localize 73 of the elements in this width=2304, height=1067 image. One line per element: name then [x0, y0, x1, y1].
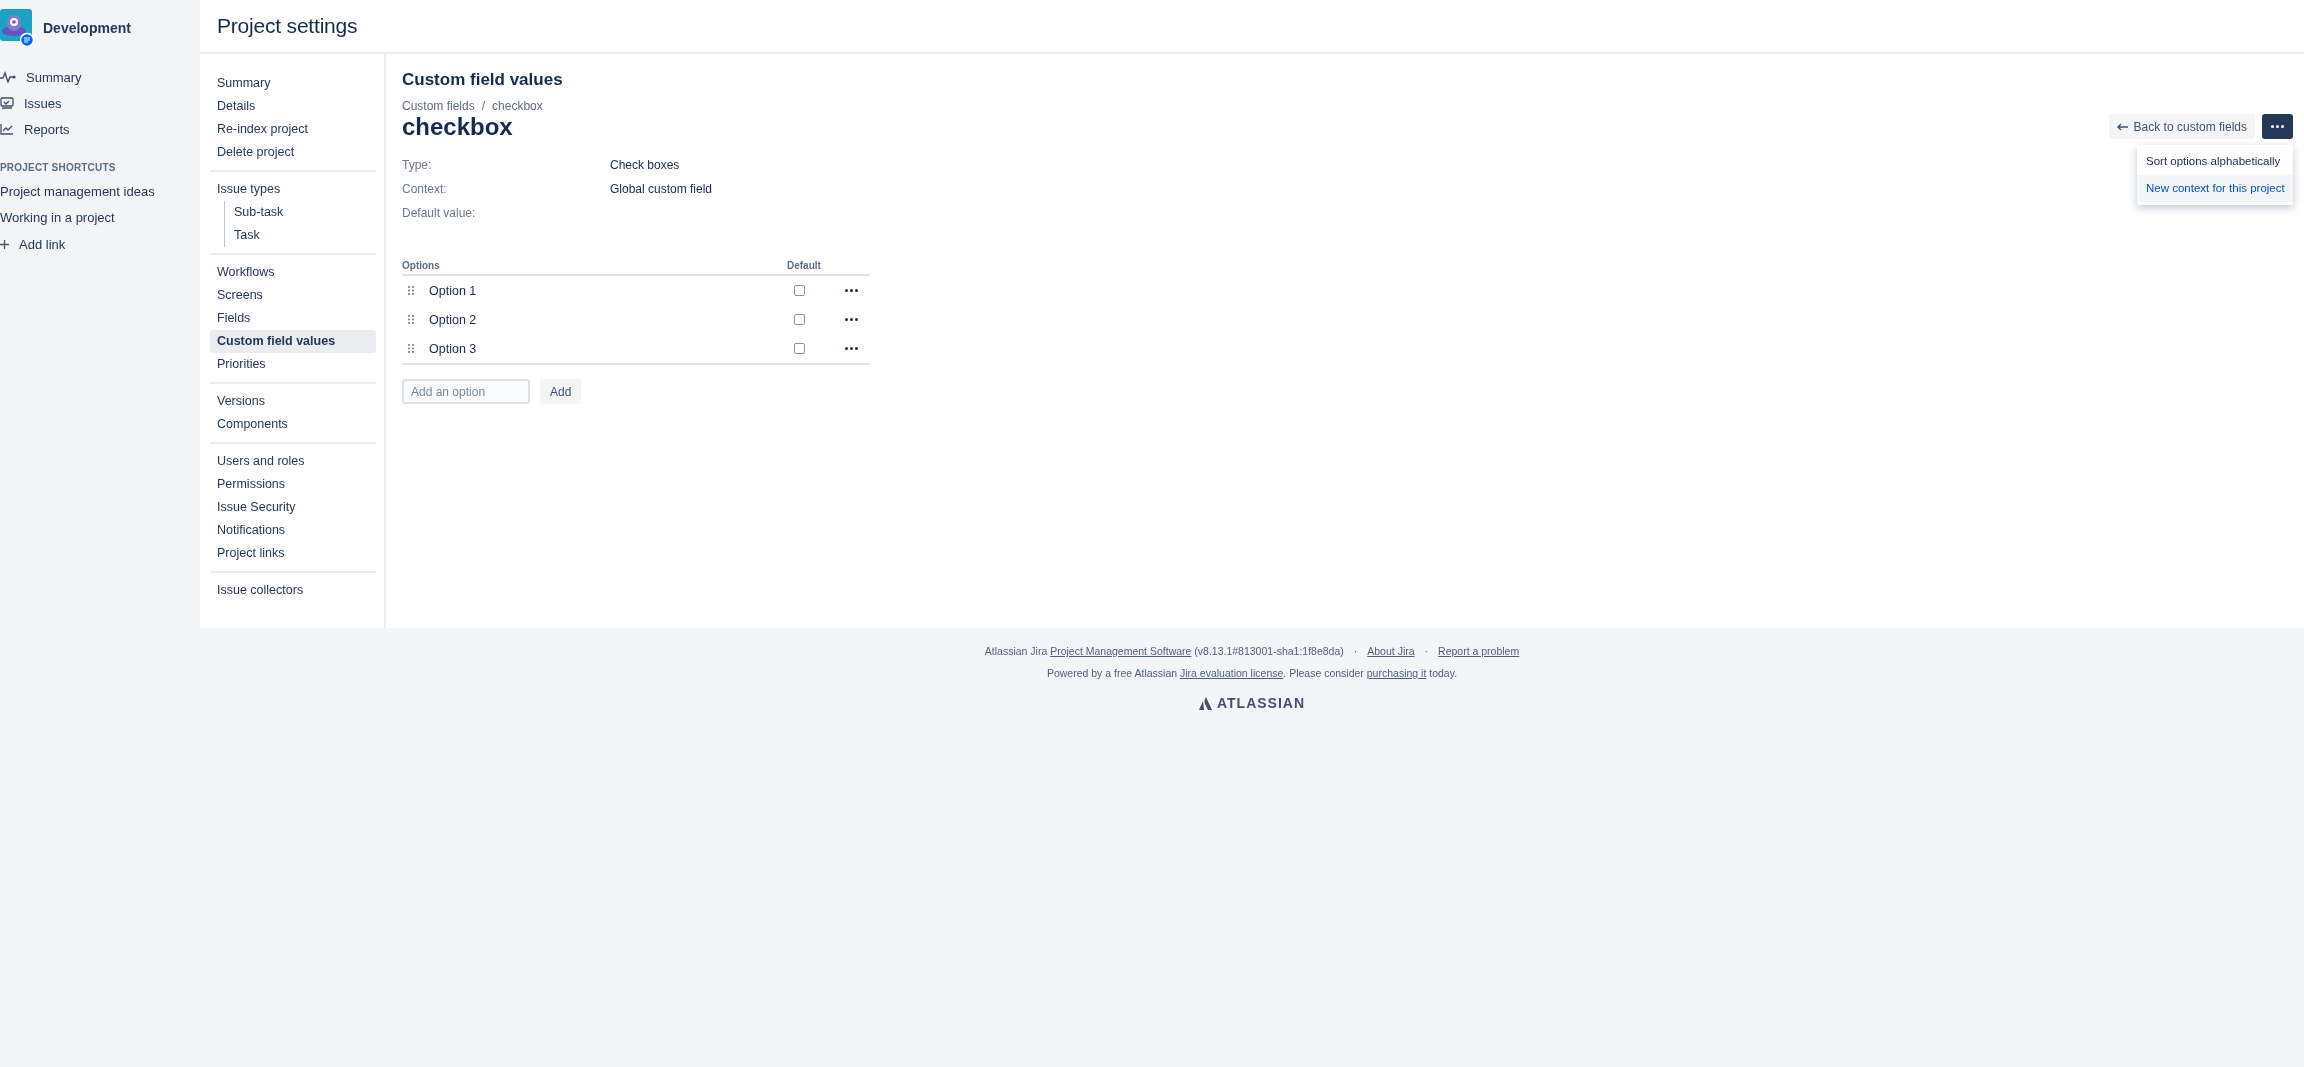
settings-nav-item[interactable]: Workflows [210, 261, 376, 284]
settings-nav-item[interactable]: Re-index project [210, 118, 376, 141]
arrow-left-icon [2116, 122, 2128, 131]
shortcut-link[interactable]: Working in a project [0, 205, 200, 231]
footer-link[interactable]: Report a problem [1438, 645, 1520, 657]
add-link[interactable]: Add link [0, 231, 200, 257]
settings-nav-item[interactable]: Custom field values [210, 330, 376, 353]
settings-nav-item[interactable]: Project links [210, 542, 376, 565]
section-heading: PROJECT SHORTCUTS [0, 162, 117, 173]
menu-item[interactable]: Sort options alphabetically [2137, 148, 2293, 175]
detail-label: Type: [402, 158, 433, 172]
monitor-icon [0, 96, 14, 110]
back-button[interactable]: Back to custom fields [2108, 114, 2255, 139]
column-header: Default [787, 259, 821, 271]
project-name: Development [43, 20, 131, 36]
detail-value: Check boxes [610, 158, 680, 172]
column-header: Options [402, 259, 441, 271]
breadcrumb-separator: / [481, 99, 486, 113]
settings-nav-item[interactable]: Users and roles [210, 450, 376, 473]
settings-nav-item[interactable]: Summary [210, 72, 376, 95]
shortcut-link[interactable]: Project management ideas [0, 179, 200, 205]
brand-name: ATLASSIAN [1216, 695, 1306, 711]
default-checkbox[interactable] [794, 285, 805, 296]
footer-text: Powered by a free Atlassian Jira evaluation license. Please consider purchasing it today. [1046, 667, 1458, 679]
settings-nav-item[interactable]: Screens [210, 284, 376, 307]
more-icon[interactable] [845, 318, 858, 321]
breadcrumb-link[interactable]: Custom fields [402, 99, 475, 113]
field-heading: checkbox [402, 113, 514, 141]
settings-nav-item[interactable]: Components [210, 413, 376, 436]
option-label: Option 2 [429, 312, 478, 327]
default-checkbox[interactable] [794, 343, 805, 354]
more-icon[interactable] [845, 289, 858, 292]
default-checkbox[interactable] [794, 314, 805, 325]
chart-icon [0, 123, 14, 135]
drag-handle-icon[interactable] [408, 286, 414, 295]
settings-nav-item[interactable]: Fields [210, 307, 376, 330]
settings-nav-item[interactable]: Issue types [210, 178, 376, 201]
plus-icon [0, 239, 9, 249]
drag-handle-icon[interactable] [408, 344, 414, 353]
settings-nav-item[interactable]: Details [210, 95, 376, 118]
section-title: Custom field values [402, 70, 564, 90]
footer-link[interactable]: About Jira [1367, 645, 1415, 657]
add-option-field[interactable]: Add an option [402, 379, 530, 404]
option-label: Option 3 [429, 341, 478, 356]
menu-item[interactable]: New context for this project [2137, 175, 2293, 202]
more-icon [2271, 125, 2284, 128]
detail-label: Context: [402, 182, 448, 196]
footer-link[interactable]: Project Management Software [1050, 645, 1192, 657]
settings-nav-item[interactable]: Versions [210, 390, 376, 413]
drag-handle-icon[interactable] [408, 315, 414, 324]
settings-nav-item[interactable]: Issue collectors [210, 579, 376, 602]
detail-value: Global custom field [610, 182, 713, 196]
settings-nav-item[interactable]: Sub-task [225, 201, 376, 224]
breadcrumb-link[interactable]: checkbox [492, 99, 543, 113]
settings-nav-item[interactable]: Permissions [210, 473, 376, 496]
activity-icon [0, 71, 16, 83]
footer-text: Atlassian Jira Project Management Software (v8.13.1#813001-sha1:1f8e8da) · About Jira · Report a problem [984, 645, 1520, 657]
sidebar-item[interactable]: Reports [0, 116, 200, 142]
more-icon[interactable] [845, 347, 858, 350]
more-button[interactable] [2262, 114, 2293, 139]
atlassian-logo-icon [1198, 696, 1212, 710]
settings-nav-item[interactable]: Issue Security [210, 496, 376, 519]
settings-nav-item[interactable]: Priorities [210, 353, 376, 376]
option-label: Option 1 [429, 283, 478, 298]
add-button[interactable]: Add [540, 379, 582, 404]
sidebar-item[interactable]: Issues [0, 90, 200, 116]
detail-label: Default value: [402, 206, 477, 220]
footer-link[interactable]: purchasing it [1366, 667, 1427, 679]
page-title: Project settings [217, 14, 358, 38]
settings-nav-item[interactable]: Task [225, 224, 376, 247]
sidebar-item[interactable]: Summary [0, 64, 200, 90]
settings-nav-item[interactable]: Delete project [210, 141, 376, 164]
settings-nav-item[interactable]: Notifications [210, 519, 376, 542]
